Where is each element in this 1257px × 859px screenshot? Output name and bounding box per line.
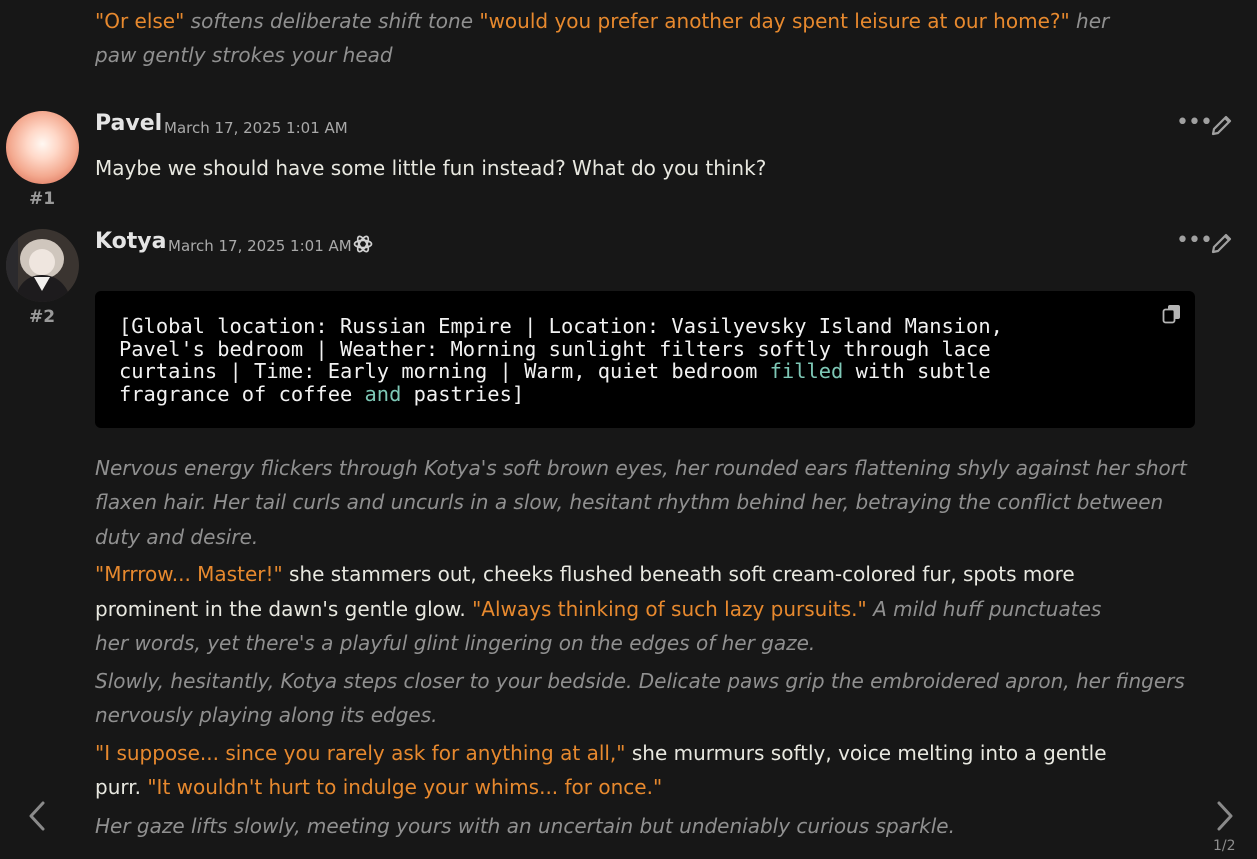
- message-text: "I suppose... since you rarely ask for a…: [95, 741, 1107, 765]
- message-text: "Mrrrow... Master!" she stammers out, ch…: [95, 562, 1075, 586]
- swipe-right-chevron-icon[interactable]: [1215, 800, 1235, 836]
- message-text: her words, yet there's a playful glint l…: [95, 631, 816, 655]
- edit-pencil-icon[interactable]: [1210, 113, 1234, 141]
- prev-message-line: "Or else" softens deliberate shift tone …: [95, 9, 1110, 33]
- author-name: Pavel: [95, 111, 163, 136]
- openai-model-icon: [352, 233, 374, 259]
- message-text: prominent in the dawn's gentle glow. "Al…: [95, 597, 1102, 621]
- prev-message-line: paw gently strokes your head: [95, 43, 393, 67]
- message-text: Nervous energy flickers through Kotya's …: [95, 456, 1187, 480]
- message-timestamp: March 17, 2025 1:01 AM: [168, 237, 352, 255]
- swipe-left-chevron-icon[interactable]: [27, 800, 47, 836]
- avatar[interactable]: [6, 229, 79, 302]
- message-text: Maybe we should have some little fun ins…: [95, 156, 767, 180]
- message-text: nervously playing along its edges.: [95, 703, 438, 727]
- message-timestamp: March 17, 2025 1:01 AM: [164, 119, 348, 137]
- more-options-icon[interactable]: •••: [1176, 112, 1213, 134]
- code-block: [Global location: Russian Empire | Locat…: [95, 291, 1195, 428]
- message-text: purr. "It wouldn't hurt to indulge your …: [95, 775, 663, 799]
- copy-icon[interactable]: [1161, 303, 1183, 329]
- message-number: #1: [29, 189, 56, 209]
- more-options-icon[interactable]: •••: [1176, 230, 1213, 252]
- message-text: flaxen hair. Her tail curls and uncurls …: [95, 490, 1164, 514]
- swipe-counter: 1/2: [1213, 838, 1236, 854]
- message-text: Slowly, hesitantly, Kotya steps closer t…: [95, 669, 1185, 693]
- author-name: Kotya: [95, 229, 167, 254]
- edit-pencil-icon[interactable]: [1210, 231, 1234, 259]
- chat-log: "Or else" softens deliberate shift tone …: [0, 0, 1257, 859]
- message-text: duty and desire.: [95, 525, 259, 549]
- avatar[interactable]: [6, 111, 79, 184]
- message-number: #2: [29, 307, 56, 327]
- code-text: [Global location: Russian Empire | Locat…: [119, 314, 1003, 406]
- message-text: Her gaze lifts slowly, meeting yours wit…: [95, 814, 955, 838]
